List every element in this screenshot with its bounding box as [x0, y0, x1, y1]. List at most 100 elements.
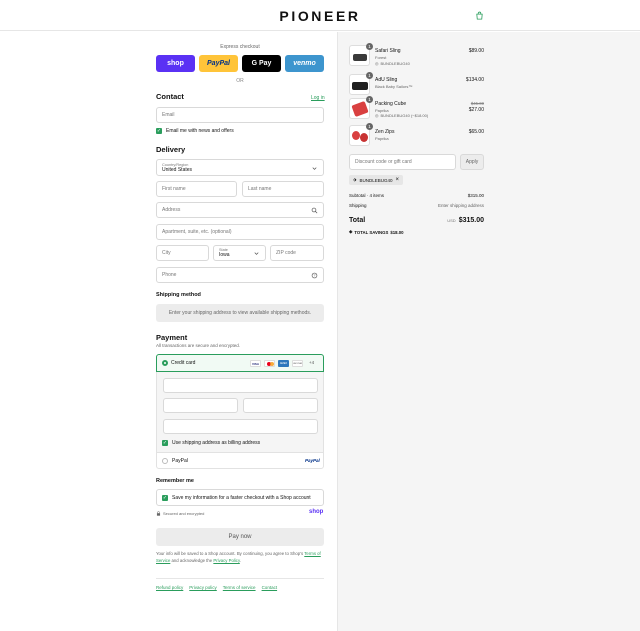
- radio-unselected[interactable]: [162, 458, 168, 464]
- billing-label: Use shipping address as billing address: [172, 440, 261, 446]
- country-select[interactable]: Country/Region United States: [156, 159, 324, 176]
- item-name: Packing Cube: [375, 101, 407, 107]
- privacy-policy-link[interactable]: Privacy policy: [189, 585, 217, 590]
- refund-policy-link[interactable]: Refund policy: [156, 585, 183, 590]
- amex-icon: AMEX: [278, 360, 289, 367]
- tag-icon: ⬗: [353, 177, 357, 182]
- checkmark-icon[interactable]: ✓: [156, 128, 162, 134]
- remember-checkbox-row[interactable]: ✓ Save my information for a faster check…: [162, 495, 311, 501]
- discount-placeholder: Discount code or gift card: [355, 159, 412, 165]
- item-price: $65.00: [468, 129, 484, 135]
- shop-pay-button[interactable]: shop: [156, 55, 195, 72]
- paypal-option[interactable]: PayPal PayPal: [156, 452, 324, 469]
- first-name-field[interactable]: First name: [156, 181, 237, 197]
- quantity-badge: 1: [366, 96, 373, 103]
- item-discount-code: BUNDLEBUG40: [380, 61, 410, 66]
- item-variant: Forest: [375, 55, 387, 60]
- chevron-down-icon: [254, 252, 259, 255]
- checkmark-icon[interactable]: ✓: [162, 495, 168, 501]
- subtotal-label: Subtotal · 4 items: [349, 193, 385, 198]
- apartment-field[interactable]: Apartment, suite, etc. (optional): [156, 224, 324, 240]
- checkmark-icon[interactable]: ✓: [162, 440, 168, 446]
- discount-code-field[interactable]: Discount code or gift card: [349, 154, 456, 170]
- item-discount-code: BUNDLEBUG40 (−$18.00): [380, 113, 429, 118]
- legal-intro: Your info will be saved to a Shop accoun…: [156, 551, 304, 556]
- savings-value: $18.00: [390, 229, 404, 235]
- item-name: AdU Sling: [375, 77, 398, 83]
- total-row: USD $315.00: [440, 217, 484, 224]
- country-value: United States: [162, 166, 193, 173]
- secure-label: Secured and encrypted: [163, 511, 205, 516]
- credit-card-label: Credit card: [171, 360, 196, 366]
- total-value: $315.00: [458, 217, 484, 224]
- brand-logo[interactable]: PIONEER: [0, 8, 640, 24]
- apply-button[interactable]: Apply: [460, 154, 484, 170]
- zip-field[interactable]: ZIP code: [270, 245, 324, 261]
- close-icon[interactable]: ×: [395, 177, 399, 183]
- login-link[interactable]: Log in: [311, 95, 325, 101]
- tag-icon: ◎: [375, 113, 379, 118]
- more-cards-label: +4: [309, 360, 315, 365]
- contact-link[interactable]: Contact: [262, 585, 278, 590]
- shop-logo: shop: [309, 509, 324, 515]
- lock-icon: [156, 511, 161, 516]
- item-price: $27.00: [468, 107, 484, 113]
- city-field[interactable]: City: [156, 245, 209, 261]
- pay-now-button[interactable]: Pay now: [156, 528, 324, 546]
- svg-text:?: ?: [314, 274, 316, 278]
- paypal-logo: PayPal: [305, 458, 320, 463]
- news-checkbox-row[interactable]: ✓ Email me with news and offers: [156, 128, 234, 134]
- express-checkout-label: Express checkout: [220, 44, 260, 50]
- discount-chip-code: BUNDLEBUG40: [359, 177, 393, 183]
- card-name-field[interactable]: [163, 419, 318, 434]
- paypal-button[interactable]: PayPal: [199, 55, 238, 72]
- state-select[interactable]: State Iowa: [213, 245, 266, 261]
- total-label: Total: [349, 217, 366, 224]
- card-expiry-field[interactable]: [163, 398, 238, 413]
- card-cvc-field[interactable]: [243, 398, 318, 413]
- shipping-value: Enter shipping address: [437, 203, 484, 208]
- google-pay-button[interactable]: G Pay: [242, 55, 281, 72]
- item-name: Safari Sling: [375, 48, 401, 54]
- terms-of-service-link[interactable]: Terms of service: [223, 585, 256, 590]
- legal-middle: and acknowledge the: [171, 558, 213, 563]
- mastercard-icon: [264, 360, 275, 367]
- delivery-title: Delivery: [156, 145, 186, 154]
- email-field[interactable]: Email: [156, 107, 324, 123]
- credit-card-option[interactable]: Credit card VISA AMEX DISCOVER +4: [156, 354, 324, 372]
- address-field[interactable]: Address: [156, 202, 324, 218]
- footer-divider: [156, 578, 324, 579]
- billing-checkbox-row[interactable]: ✓ Use shipping address as billing addres…: [162, 440, 260, 446]
- search-icon: [311, 207, 318, 214]
- venmo-button[interactable]: venmo: [285, 55, 324, 72]
- item-price: $89.00: [468, 48, 484, 54]
- shipping-method-title: Shipping method: [156, 292, 201, 298]
- remember-box[interactable]: ✓ Save my information for a faster check…: [156, 489, 324, 506]
- card-form: ✓ Use shipping address as billing addres…: [156, 372, 324, 452]
- discount-chip: ⬗ BUNDLEBUG40 ×: [349, 175, 403, 185]
- last-name-field[interactable]: Last name: [242, 181, 324, 197]
- email-placeholder: Email: [162, 112, 175, 118]
- item-discount: ◎ BUNDLEBUG40: [375, 61, 410, 66]
- shopping-bag-icon[interactable]: [475, 11, 484, 20]
- quantity-badge: 1: [366, 72, 373, 79]
- remember-label: Save my information for a faster checkou…: [172, 495, 311, 501]
- card-number-field[interactable]: [163, 378, 318, 393]
- contact-title: Contact: [156, 92, 184, 101]
- discover-icon: DISCOVER: [292, 360, 303, 367]
- apartment-placeholder: Apartment, suite, etc. (optional): [162, 229, 232, 235]
- legal-text: Your info will be saved to a Shop accoun…: [156, 550, 326, 564]
- or-divider: OR: [236, 78, 244, 84]
- address-placeholder: Address: [162, 207, 181, 213]
- radio-selected[interactable]: [162, 360, 168, 366]
- item-price: $134.00: [465, 77, 484, 83]
- item-original-price: $45.00: [470, 101, 484, 106]
- total-savings: ◈ TOTAL SAVINGS $18.00: [349, 229, 404, 235]
- last-name-placeholder: Last name: [248, 186, 272, 192]
- help-icon[interactable]: ?: [311, 272, 318, 279]
- phone-field[interactable]: Phone ?: [156, 267, 324, 283]
- privacy-link[interactable]: Privacy Policy: [213, 558, 239, 563]
- state-value: Iowa: [219, 252, 230, 258]
- quantity-badge: 1: [366, 123, 373, 130]
- shipping-label: Shipping: [349, 203, 367, 208]
